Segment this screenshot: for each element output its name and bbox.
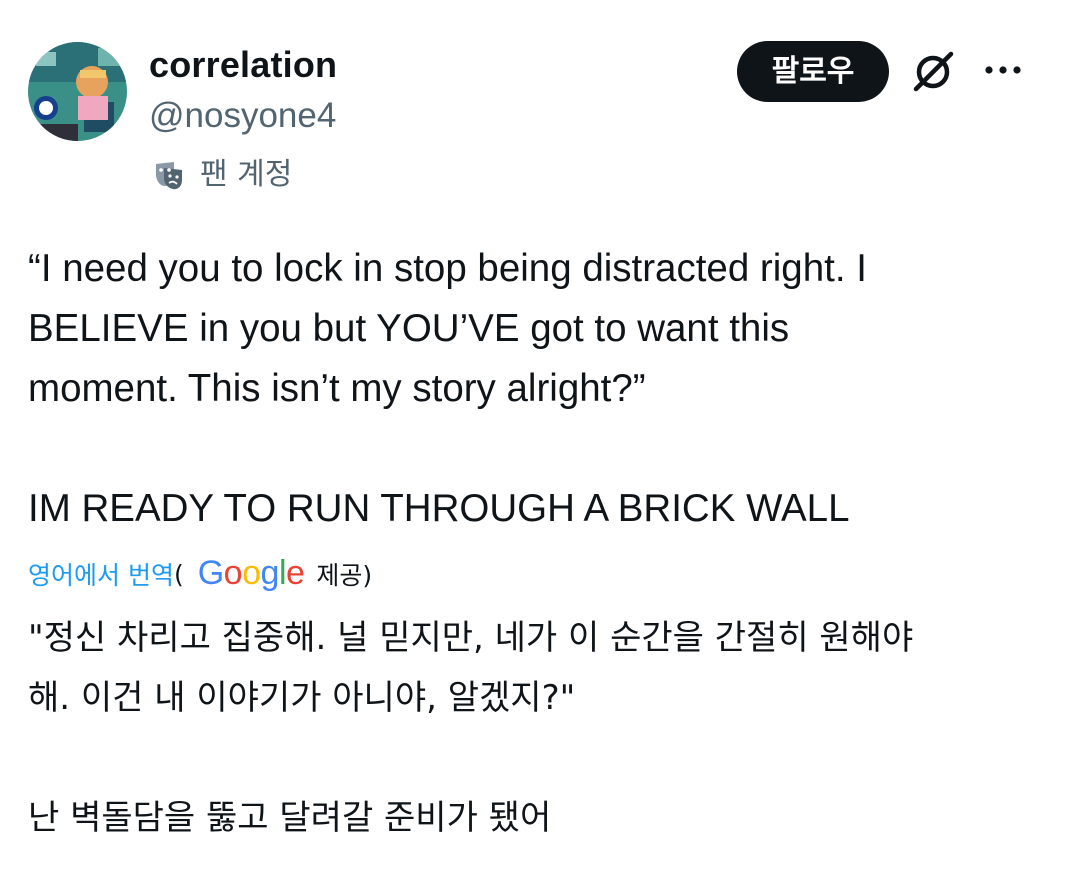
theater-mask-icon — [152, 158, 186, 192]
tweet-text: “I need you to lock in stop being distra… — [28, 239, 1038, 539]
fan-account-label: 팬 계정 — [200, 157, 293, 192]
translated-line: 난 벽돌담을 뚫고 달려갈 준비가 됐어 — [28, 798, 552, 838]
provided-label: 제공) — [316, 561, 373, 590]
paren-open: ( — [173, 559, 184, 589]
account-label-row: 팬 계정 — [152, 155, 292, 195]
tweet-line: “I need you to lock in stop being distra… — [28, 247, 867, 290]
google-letter: l — [278, 553, 287, 592]
google-letter: e — [286, 553, 305, 592]
avatar[interactable] — [28, 42, 127, 141]
google-logo: Google — [198, 554, 305, 593]
more-dots-icon[interactable] — [983, 58, 1023, 82]
google-letter: o — [242, 553, 261, 592]
translated-from-link[interactable]: 영어에서 번역 — [28, 556, 174, 592]
translated-line: "정신 차리고 집중해. 널 믿지만, 네가 이 순간을 간절히 원해야 — [28, 618, 914, 658]
avatar-image — [28, 42, 127, 141]
handle[interactable]: @nosyone4 — [149, 95, 336, 137]
google-letter: g — [260, 553, 280, 592]
google-letter: o — [223, 553, 243, 592]
translated-line: 해. 이건 내 이야기가 아니야, 알겠지?" — [28, 678, 576, 718]
tweet-line: IM READY TO RUN THROUGH A BRICK WALL — [28, 487, 850, 530]
grok-slash-icon[interactable] — [908, 46, 958, 96]
display-name[interactable]: correlation — [149, 44, 337, 86]
tweet-line: moment. This isn’t my story alright?” — [28, 367, 646, 410]
translation-attribution: 영어에서 번역 ( Google 제공) — [28, 552, 372, 596]
follow-button[interactable]: 팔로우 — [737, 41, 889, 102]
translated-text: "정신 차리고 집중해. 널 믿지만, 네가 이 순간을 간절히 원해야 해. … — [28, 608, 1038, 848]
tweet-line: BELIEVE in you but YOU’VE got to want th… — [28, 307, 790, 350]
google-letter: G — [197, 553, 224, 592]
